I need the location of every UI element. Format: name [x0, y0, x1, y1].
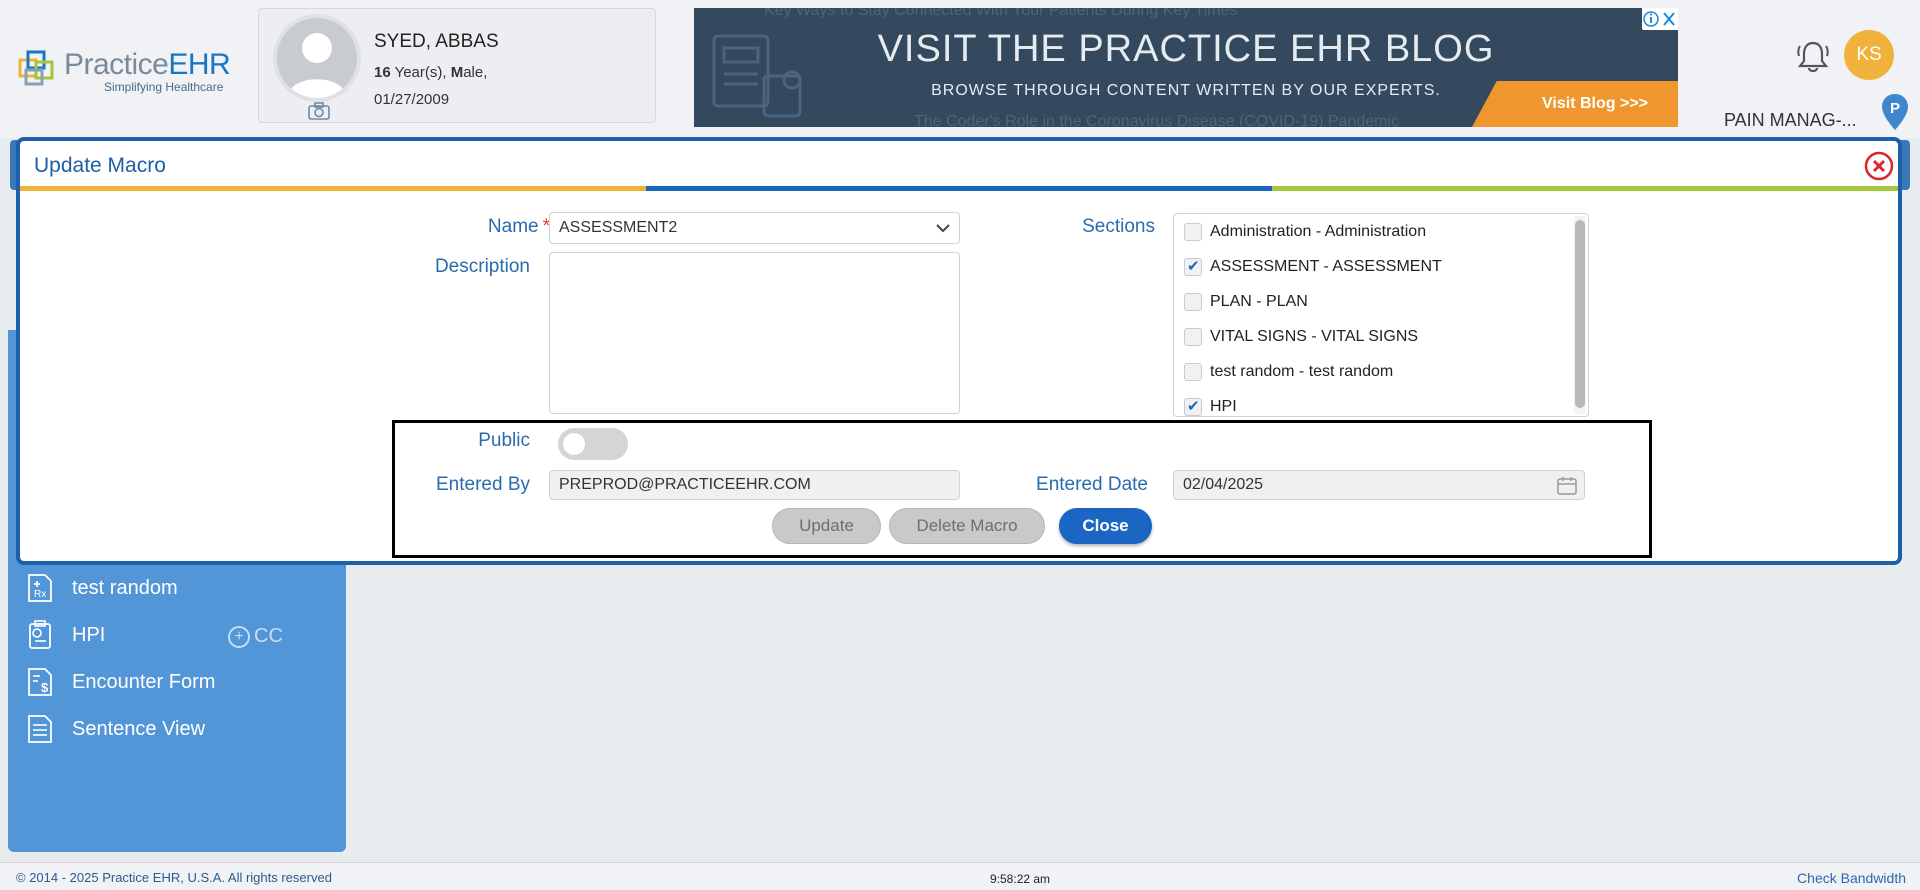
section-option-hpi[interactable]: HPI — [1184, 395, 1237, 416]
close-button[interactable]: Close — [1059, 508, 1152, 544]
location-pin-icon[interactable]: P — [1880, 92, 1910, 132]
checkbox[interactable] — [1184, 397, 1202, 416]
logo-word-practice: Practice — [64, 48, 169, 81]
checkbox[interactable] — [1184, 223, 1202, 241]
copyright-text: © 2014 - 2025 Practice EHR, U.S.A. All r… — [16, 870, 332, 885]
chevron-down-icon — [936, 224, 950, 233]
modal-color-strip — [20, 186, 1898, 191]
patient-sex-rest: ale, — [463, 64, 488, 81]
name-select-value: ASSESSMENT2 — [559, 219, 678, 236]
patient-age-unit: Year(s), — [390, 64, 451, 81]
ad-info-close-icon[interactable] — [1642, 8, 1678, 30]
sections-scrollbar-thumb[interactable] — [1575, 220, 1585, 408]
patient-avatar[interactable] — [273, 14, 361, 102]
camera-icon[interactable] — [307, 101, 331, 121]
ad-background-headline: Key Ways to Stay Connected With Your Pat… — [764, 8, 1238, 19]
delete-macro-button[interactable]: Delete Macro — [889, 508, 1045, 544]
practice-name[interactable]: PAIN MANAG-... — [1724, 110, 1857, 131]
description-textarea[interactable] — [549, 252, 960, 414]
strip-segment-yellow — [20, 186, 646, 191]
logo-word-ehr: EHR — [168, 48, 231, 81]
checkbox[interactable] — [1184, 328, 1202, 346]
patient-age-sex: 16 Year(s), Male, — [374, 59, 487, 86]
logo-wordmark: PracticeEHR — [64, 48, 231, 82]
app-header: PracticeEHR Simplifying Healthcare SYED,… — [0, 0, 1920, 138]
update-button[interactable]: Update — [772, 508, 881, 544]
patient-sex-initial: M — [450, 64, 464, 81]
public-toggle[interactable] — [558, 428, 628, 460]
svg-text:Rx: Rx — [34, 589, 46, 600]
sections-label: Sections — [1082, 216, 1155, 237]
patient-age-number: 16 — [374, 64, 391, 81]
dollar-document-icon: $ — [28, 668, 52, 696]
plus-circle-icon: + — [228, 625, 250, 648]
blog-ad-banner[interactable]: Key Ways to Stay Connected With Your Pat… — [694, 8, 1678, 127]
name-label: Name * — [420, 216, 550, 238]
notification-bell-icon[interactable] — [1796, 38, 1830, 74]
section-option-label: PLAN - PLAN — [1210, 293, 1308, 310]
user-avatar[interactable]: KS — [1844, 30, 1894, 80]
section-option-label: VITAL SIGNS - VITAL SIGNS — [1210, 328, 1419, 345]
sidebar-item-label: Sentence View — [72, 717, 206, 740]
practice-ehr-logo[interactable]: PracticeEHR Simplifying Healthcare — [16, 44, 236, 100]
person-silhouette-icon — [287, 33, 347, 98]
checkbox[interactable] — [1184, 293, 1202, 311]
patient-name: SYED, ABBAS — [374, 31, 499, 52]
sidebar-item-hpi[interactable]: HPI — [26, 617, 105, 653]
section-option-label: ASSESSMENT - ASSESSMENT — [1210, 258, 1442, 275]
ad-choices[interactable] — [1642, 8, 1678, 30]
sidebar-item-encounter-form[interactable]: $ Encounter Form — [26, 664, 215, 700]
description-label: Description — [434, 256, 530, 277]
name-select[interactable]: ASSESSMENT2 — [549, 212, 960, 244]
add-cc-button[interactable]: + CC — [228, 625, 283, 648]
entered-date-field: 02/04/2025 — [1173, 470, 1585, 500]
app-footer: © 2014 - 2025 Practice EHR, U.S.A. All r… — [0, 862, 1920, 890]
entered-date-label: Entered Date — [1036, 474, 1148, 495]
name-label-text: Name — [487, 216, 539, 237]
entered-by-label: Entered By — [436, 474, 530, 495]
close-icon[interactable] — [1864, 151, 1894, 181]
ad-background-headline: The Coder's Role in the Coronavirus Dise… — [914, 113, 1400, 127]
public-label: Public — [478, 430, 530, 451]
checkbox[interactable] — [1184, 363, 1202, 381]
clock: 9:58:22 am — [990, 872, 1051, 886]
section-option-administration[interactable]: Administration - Administration — [1184, 220, 1426, 244]
calendar-icon — [1557, 477, 1577, 495]
checkbox[interactable] — [1184, 257, 1202, 276]
entered-date-value: 02/04/2025 — [1183, 476, 1264, 493]
location-pin-letter: P — [1890, 100, 1900, 117]
logo-cross-icon — [18, 50, 54, 86]
ad-title: VISIT THE PRACTICE EHR BLOG — [877, 28, 1495, 70]
modal-title: Update Macro — [34, 154, 166, 177]
add-cc-label: CC — [254, 625, 283, 647]
check-bandwidth-link[interactable]: Check Bandwidth — [1797, 870, 1906, 886]
rx-document-icon: Rx — [28, 574, 52, 602]
update-macro-modal: Update Macro Name * ASSESSMENT2 Descripti… — [16, 137, 1902, 565]
sidebar-item-label: test random — [72, 576, 178, 599]
svg-text:$: $ — [41, 680, 49, 695]
section-option-label: test random - test random — [1210, 363, 1394, 380]
toggle-knob — [563, 433, 585, 455]
entered-by-field: PREPROD@PRACTICEEHR.COM — [549, 470, 960, 500]
patient-card[interactable]: SYED, ABBAS 16 Year(s), Male, 01/27/2009 — [258, 8, 656, 123]
section-option-vital-signs[interactable]: VITAL SIGNS - VITAL SIGNS — [1184, 325, 1418, 349]
patient-demographics: 16 Year(s), Male, 01/27/2009 — [374, 59, 487, 113]
sidebar-item-sentence-view[interactable]: Sentence View — [26, 711, 205, 747]
sidebar-item-label: HPI — [72, 623, 106, 646]
strip-segment-blue — [646, 186, 1272, 191]
section-option-test-random[interactable]: test random - test random — [1184, 360, 1393, 384]
sections-list[interactable]: Administration - Administration ASSESSME… — [1173, 213, 1589, 417]
strip-segment-green — [1272, 186, 1898, 191]
section-option-label: HPI — [1210, 398, 1237, 415]
clock-document-icon — [29, 620, 51, 649]
section-option-assessment[interactable]: ASSESSMENT - ASSESSMENT — [1184, 255, 1442, 279]
section-option-label: Administration - Administration — [1210, 223, 1427, 240]
document-icon — [28, 715, 52, 743]
logo-tagline: Simplifying Healthcare — [104, 80, 224, 94]
sidebar-item-test-random[interactable]: Rx test random — [26, 570, 178, 606]
section-option-plan[interactable]: PLAN - PLAN — [1184, 290, 1308, 314]
visit-blog-button[interactable]: Visit Blog >>> — [1472, 81, 1678, 127]
patient-dob: 01/27/2009 — [374, 91, 450, 108]
sidebar-item-label: Encounter Form — [72, 670, 216, 693]
